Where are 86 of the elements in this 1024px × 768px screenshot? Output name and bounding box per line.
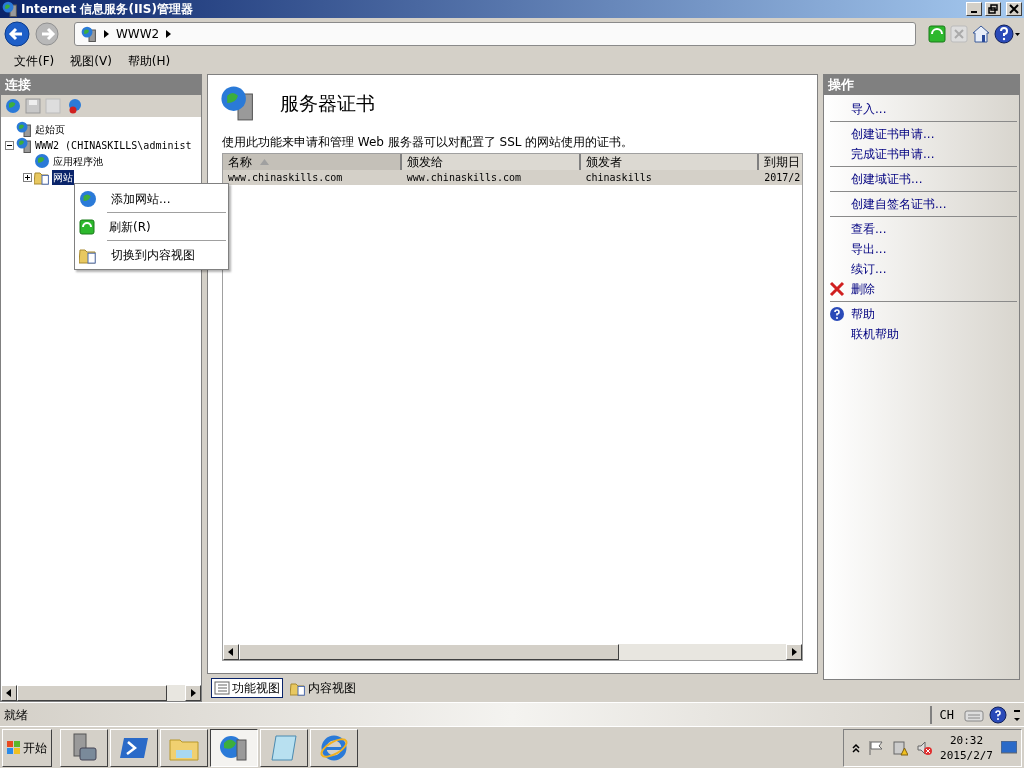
chevron-icon: [103, 29, 110, 39]
clock-date[interactable]: 2015/2/7: [940, 747, 993, 763]
help-icon: [829, 306, 845, 322]
menu-item[interactable]: 刷新(R): [109, 217, 151, 236]
view-tab[interactable]: 功能视图: [211, 678, 283, 698]
panel-header: 操作: [824, 75, 1019, 95]
menu-item[interactable]: 帮助(H): [119, 52, 179, 70]
language-indicator[interactable]: CH: [929, 705, 962, 724]
column-header[interactable]: 到期日: [759, 154, 802, 170]
show-desktop-icon[interactable]: [1001, 740, 1017, 755]
tree-item[interactable]: 网站: [52, 169, 74, 185]
menu-item[interactable]: 文件(F): [6, 52, 63, 70]
scrollbar[interactable]: [223, 644, 802, 660]
column-header[interactable]: 颁发者: [580, 154, 760, 170]
minimize-icon: [971, 11, 977, 13]
help-icon[interactable]: [986, 705, 1010, 724]
table-cell-text: chinaskills: [584, 171, 653, 185]
folder-icon: [290, 680, 306, 696]
scroll-left-icon: [228, 648, 234, 656]
refresh-icon: [928, 25, 946, 43]
tree-item[interactable]: 应用程序池: [52, 153, 104, 169]
help-icon[interactable]: [994, 24, 1020, 44]
action-link[interactable]: 查看...: [851, 220, 887, 238]
scroll-thumb[interactable]: [239, 644, 619, 660]
start-button[interactable]: 开始: [2, 728, 52, 767]
action-link[interactable]: 删除: [851, 280, 875, 298]
delete-icon: [829, 281, 845, 297]
network-warning-icon[interactable]: [892, 739, 908, 756]
windows-logo-icon: [7, 740, 21, 755]
panel-header: 连接: [1, 75, 201, 95]
column-header[interactable]: 颁发给: [401, 154, 581, 170]
page-title: 服务器证书: [280, 90, 375, 116]
scroll-thumb[interactable]: [17, 685, 167, 701]
folder-icon: [34, 169, 50, 185]
server-icon: [16, 137, 32, 153]
tree-item[interactable]: WWW2 (CHINASKILLS\administ: [34, 137, 193, 153]
scroll-left-icon: [6, 689, 12, 697]
action-link[interactable]: 创建证书申请...: [851, 125, 935, 143]
menu-item[interactable]: 添加网站...: [111, 189, 171, 208]
close-icon: [1008, 4, 1020, 14]
window-title: Internet 信息服务(IIS)管理器: [21, 1, 194, 18]
status-text: 就绪: [3, 706, 29, 724]
chevron-icon: [165, 29, 173, 39]
clock-time[interactable]: 20:32: [949, 732, 984, 748]
action-link[interactable]: 联机帮助: [851, 325, 899, 343]
action-link[interactable]: 帮助: [851, 305, 875, 323]
speaker-muted-icon[interactable]: [916, 739, 932, 756]
table-row[interactable]: www.chinaskills.com www.chinaskills.com chinaskills 2017/2: [223, 170, 802, 185]
flag-icon[interactable]: [868, 739, 884, 756]
grid-view-icon: [214, 680, 230, 696]
minimize-button[interactable]: [966, 2, 982, 16]
refresh-icon: [79, 218, 95, 235]
action-link[interactable]: 导出...: [851, 240, 887, 258]
collapse-icon[interactable]: [5, 140, 14, 150]
action-link[interactable]: 续订...: [851, 260, 887, 278]
description: 使用此功能来申请和管理 Web 服务器可以对配置了 SSL 的网站使用的证书。: [221, 134, 635, 151]
back-button[interactable]: [4, 21, 30, 47]
breadcrumb[interactable]: WWW2: [116, 25, 160, 43]
globe-icon: [79, 189, 97, 208]
action-link[interactable]: 创建域证书...: [851, 170, 923, 188]
menu-item[interactable]: 切换到内容视图: [111, 245, 195, 264]
menu-item[interactable]: 视图(V): [62, 52, 120, 70]
action-link[interactable]: 完成证书申请...: [851, 145, 935, 163]
table-cell-text: 2017/2: [763, 171, 802, 185]
scroll-right-icon: [190, 689, 196, 697]
server-icon: [81, 26, 97, 42]
action-link[interactable]: 导入...: [851, 100, 887, 118]
view-tab[interactable]: 内容视图: [287, 678, 359, 698]
close-button[interactable]: [1006, 2, 1022, 16]
scrollbar[interactable]: [1, 685, 201, 701]
sort-icon: [260, 159, 269, 165]
restore-button[interactable]: [985, 2, 1001, 16]
restore-icon: [987, 4, 999, 14]
tree-item[interactable]: 起始页: [34, 121, 66, 137]
expand-icon[interactable]: [23, 172, 32, 182]
table-cell-text: www.chinaskills.com: [405, 171, 523, 185]
action-link[interactable]: 创建自签名证书...: [851, 195, 947, 213]
app-icon: [2, 1, 18, 17]
server-icon: [220, 85, 256, 121]
taskbar-button[interactable]: [210, 728, 258, 767]
column-header[interactable]: 名称: [223, 154, 402, 170]
chevron-up-icon[interactable]: [852, 742, 860, 753]
scroll-right-icon: [791, 648, 797, 656]
address-bar[interactable]: WWW2: [74, 22, 916, 46]
home-icon[interactable]: [972, 25, 990, 43]
table-cell-text: www.chinaskills.com: [227, 171, 344, 185]
